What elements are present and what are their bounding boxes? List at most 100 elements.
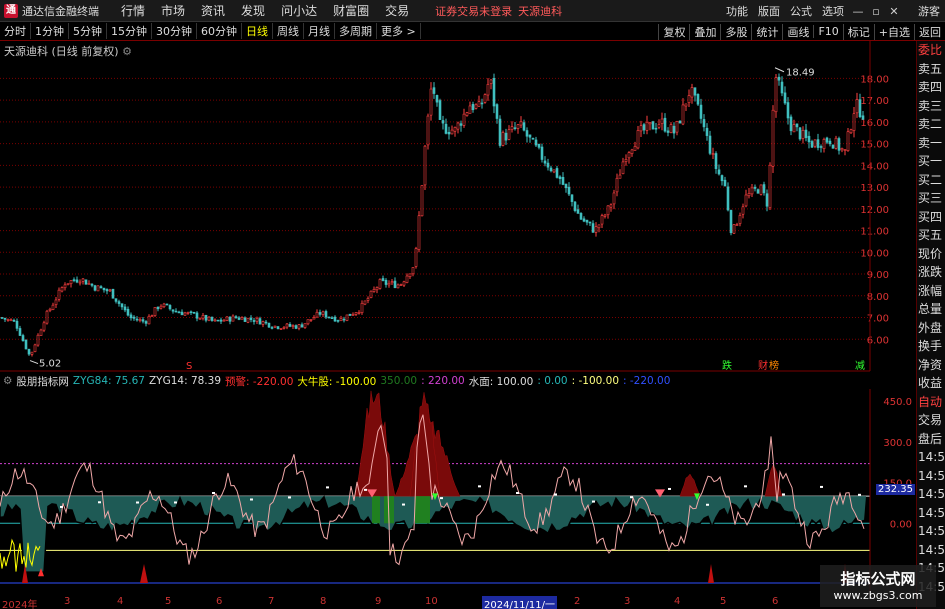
- sidebar-item[interactable]: 涨跌: [917, 263, 945, 282]
- sidebar-item[interactable]: 卖五: [917, 60, 945, 79]
- period-30min[interactable]: 30分钟: [152, 23, 197, 39]
- candle-body: [384, 279, 388, 285]
- sidebar-item[interactable]: 卖三: [917, 97, 945, 116]
- tool-f10[interactable]: F10: [813, 25, 842, 38]
- sidebar-item[interactable]: 14:56: [917, 485, 945, 504]
- sidebar-item[interactable]: 现价: [917, 245, 945, 264]
- sidebar-item[interactable]: 卖四: [917, 78, 945, 97]
- indicator-settings-icon[interactable]: ⚙: [3, 375, 12, 387]
- candle-body: [33, 344, 37, 352]
- candle-body: [588, 221, 592, 224]
- sidebar-item[interactable]: 买四: [917, 208, 945, 227]
- close-icon[interactable]: ✕: [885, 5, 903, 18]
- period-more[interactable]: 更多 >: [377, 23, 421, 39]
- candle-body: [342, 318, 346, 321]
- candle-body: [786, 102, 790, 119]
- tool-stats[interactable]: 统计: [751, 23, 782, 40]
- sidebar-item[interactable]: 委比: [917, 41, 945, 60]
- candle-body: [681, 104, 685, 125]
- settings-icon[interactable]: ⚙: [122, 45, 132, 58]
- sidebar-item[interactable]: 总量: [917, 300, 945, 319]
- sidebar-item[interactable]: 14:57: [917, 541, 945, 560]
- sidebar-item[interactable]: 14:56: [917, 448, 945, 467]
- menu-formula[interactable]: 公式: [785, 3, 817, 19]
- sidebar-item[interactable]: 换手: [917, 337, 945, 356]
- date-axis: 2024/11/11/一 2024年 3 4 5 6 7 8 9 10 2 3 4 5 6: [0, 596, 916, 609]
- menu-options[interactable]: 选项: [817, 3, 849, 19]
- menu-function[interactable]: 功能: [721, 3, 753, 19]
- sidebar-item[interactable]: 14:56: [917, 467, 945, 486]
- user-label[interactable]: 游客: [913, 3, 945, 19]
- menu-item-discover[interactable]: 发现: [233, 2, 273, 19]
- candle-body: [507, 129, 511, 140]
- sidebar-item[interactable]: 涨幅: [917, 282, 945, 301]
- indicator-name[interactable]: 股朋指标网: [16, 374, 69, 389]
- price-tick-label: 14.00: [860, 161, 889, 172]
- sidebar-item[interactable]: 外盘: [917, 319, 945, 338]
- tool-mark[interactable]: 标记: [842, 23, 874, 40]
- candle-body: [744, 194, 748, 207]
- menu-item-ask[interactable]: 问小达: [273, 2, 325, 19]
- candle-body: [612, 192, 616, 205]
- price-tick-label: 17.00: [860, 96, 889, 107]
- tool-multi[interactable]: 多股: [720, 23, 751, 40]
- menu-item-news[interactable]: 资讯: [193, 2, 233, 19]
- candle-body: [351, 314, 355, 316]
- sidebar-item[interactable]: 卖一: [917, 134, 945, 153]
- sidebar-item[interactable]: 净资: [917, 356, 945, 375]
- tool-draw[interactable]: 画线: [782, 23, 813, 40]
- sidebar-item[interactable]: 交易: [917, 411, 945, 430]
- sidebar-item[interactable]: 14:56: [917, 504, 945, 523]
- menu-item-community[interactable]: 财富圈: [325, 2, 377, 19]
- period-multi[interactable]: 多周期: [335, 23, 377, 39]
- indicator-value: : -100.00: [571, 375, 619, 387]
- watermark: 指标公式网 www.zbgs3.com: [820, 565, 936, 607]
- sidebar-item[interactable]: 14:56: [917, 522, 945, 541]
- candle-body: [420, 185, 424, 217]
- candle-body: [837, 138, 841, 151]
- candle-body: [225, 316, 229, 321]
- period-daily[interactable]: 日线: [242, 23, 273, 39]
- period-monthly[interactable]: 月线: [304, 23, 335, 39]
- tool-overlay[interactable]: 叠加: [689, 23, 720, 40]
- red-spike: [140, 564, 148, 583]
- menu-item-markets[interactable]: 市场: [153, 2, 193, 19]
- period-weekly[interactable]: 周线: [273, 23, 304, 39]
- candle-body: [78, 281, 82, 284]
- sidebar-item[interactable]: 买一: [917, 152, 945, 171]
- candle-body: [798, 127, 802, 140]
- sidebar-item[interactable]: 买二: [917, 171, 945, 190]
- candle-body: [159, 305, 163, 309]
- sidebar-item[interactable]: 买五: [917, 226, 945, 245]
- restore-icon[interactable]: ▫: [867, 5, 885, 18]
- candle-body: [726, 186, 730, 211]
- period-1min[interactable]: 1分钟: [31, 23, 69, 39]
- candle-body: [555, 168, 559, 178]
- login-notice[interactable]: 证券交易未登录: [435, 3, 512, 19]
- period-tick[interactable]: 分时: [0, 23, 31, 39]
- menu-layout[interactable]: 版面: [753, 3, 785, 19]
- candle-body: [666, 130, 670, 133]
- tool-adjust[interactable]: 复权: [658, 23, 689, 40]
- candle-body: [573, 201, 577, 211]
- period-60min[interactable]: 60分钟: [197, 23, 242, 39]
- sidebar-item[interactable]: 卖二: [917, 115, 945, 134]
- tool-add-favorite[interactable]: +自选: [873, 23, 914, 40]
- period-15min[interactable]: 15分钟: [107, 23, 152, 39]
- indicator-chart[interactable]: 450.0300.0150.00.00: [0, 389, 916, 596]
- candle-body: [657, 124, 661, 128]
- menu-item-market[interactable]: 行情: [113, 2, 153, 19]
- candle-body: [288, 324, 292, 327]
- period-5min[interactable]: 5分钟: [69, 23, 107, 39]
- minimize-icon[interactable]: —: [849, 5, 867, 18]
- tool-back[interactable]: 返回: [914, 23, 945, 40]
- candlestick-chart[interactable]: 18.00 17.00 16.00 15.00 14.00 13.00 12.00 11.00…: [0, 41, 916, 373]
- menu-item-trade[interactable]: 交易: [377, 2, 417, 19]
- main-chart-panel[interactable]: 18.00 17.00 16.00 15.00 14.00 13.00 12.00 11.00…: [0, 41, 916, 373]
- sidebar-item[interactable]: 收益: [917, 374, 945, 393]
- sidebar-item[interactable]: 买三: [917, 189, 945, 208]
- sidebar-item[interactable]: 盘后: [917, 430, 945, 449]
- candle-body: [405, 275, 409, 283]
- sidebar-item[interactable]: 自动: [917, 393, 945, 412]
- candle-body: [831, 144, 835, 149]
